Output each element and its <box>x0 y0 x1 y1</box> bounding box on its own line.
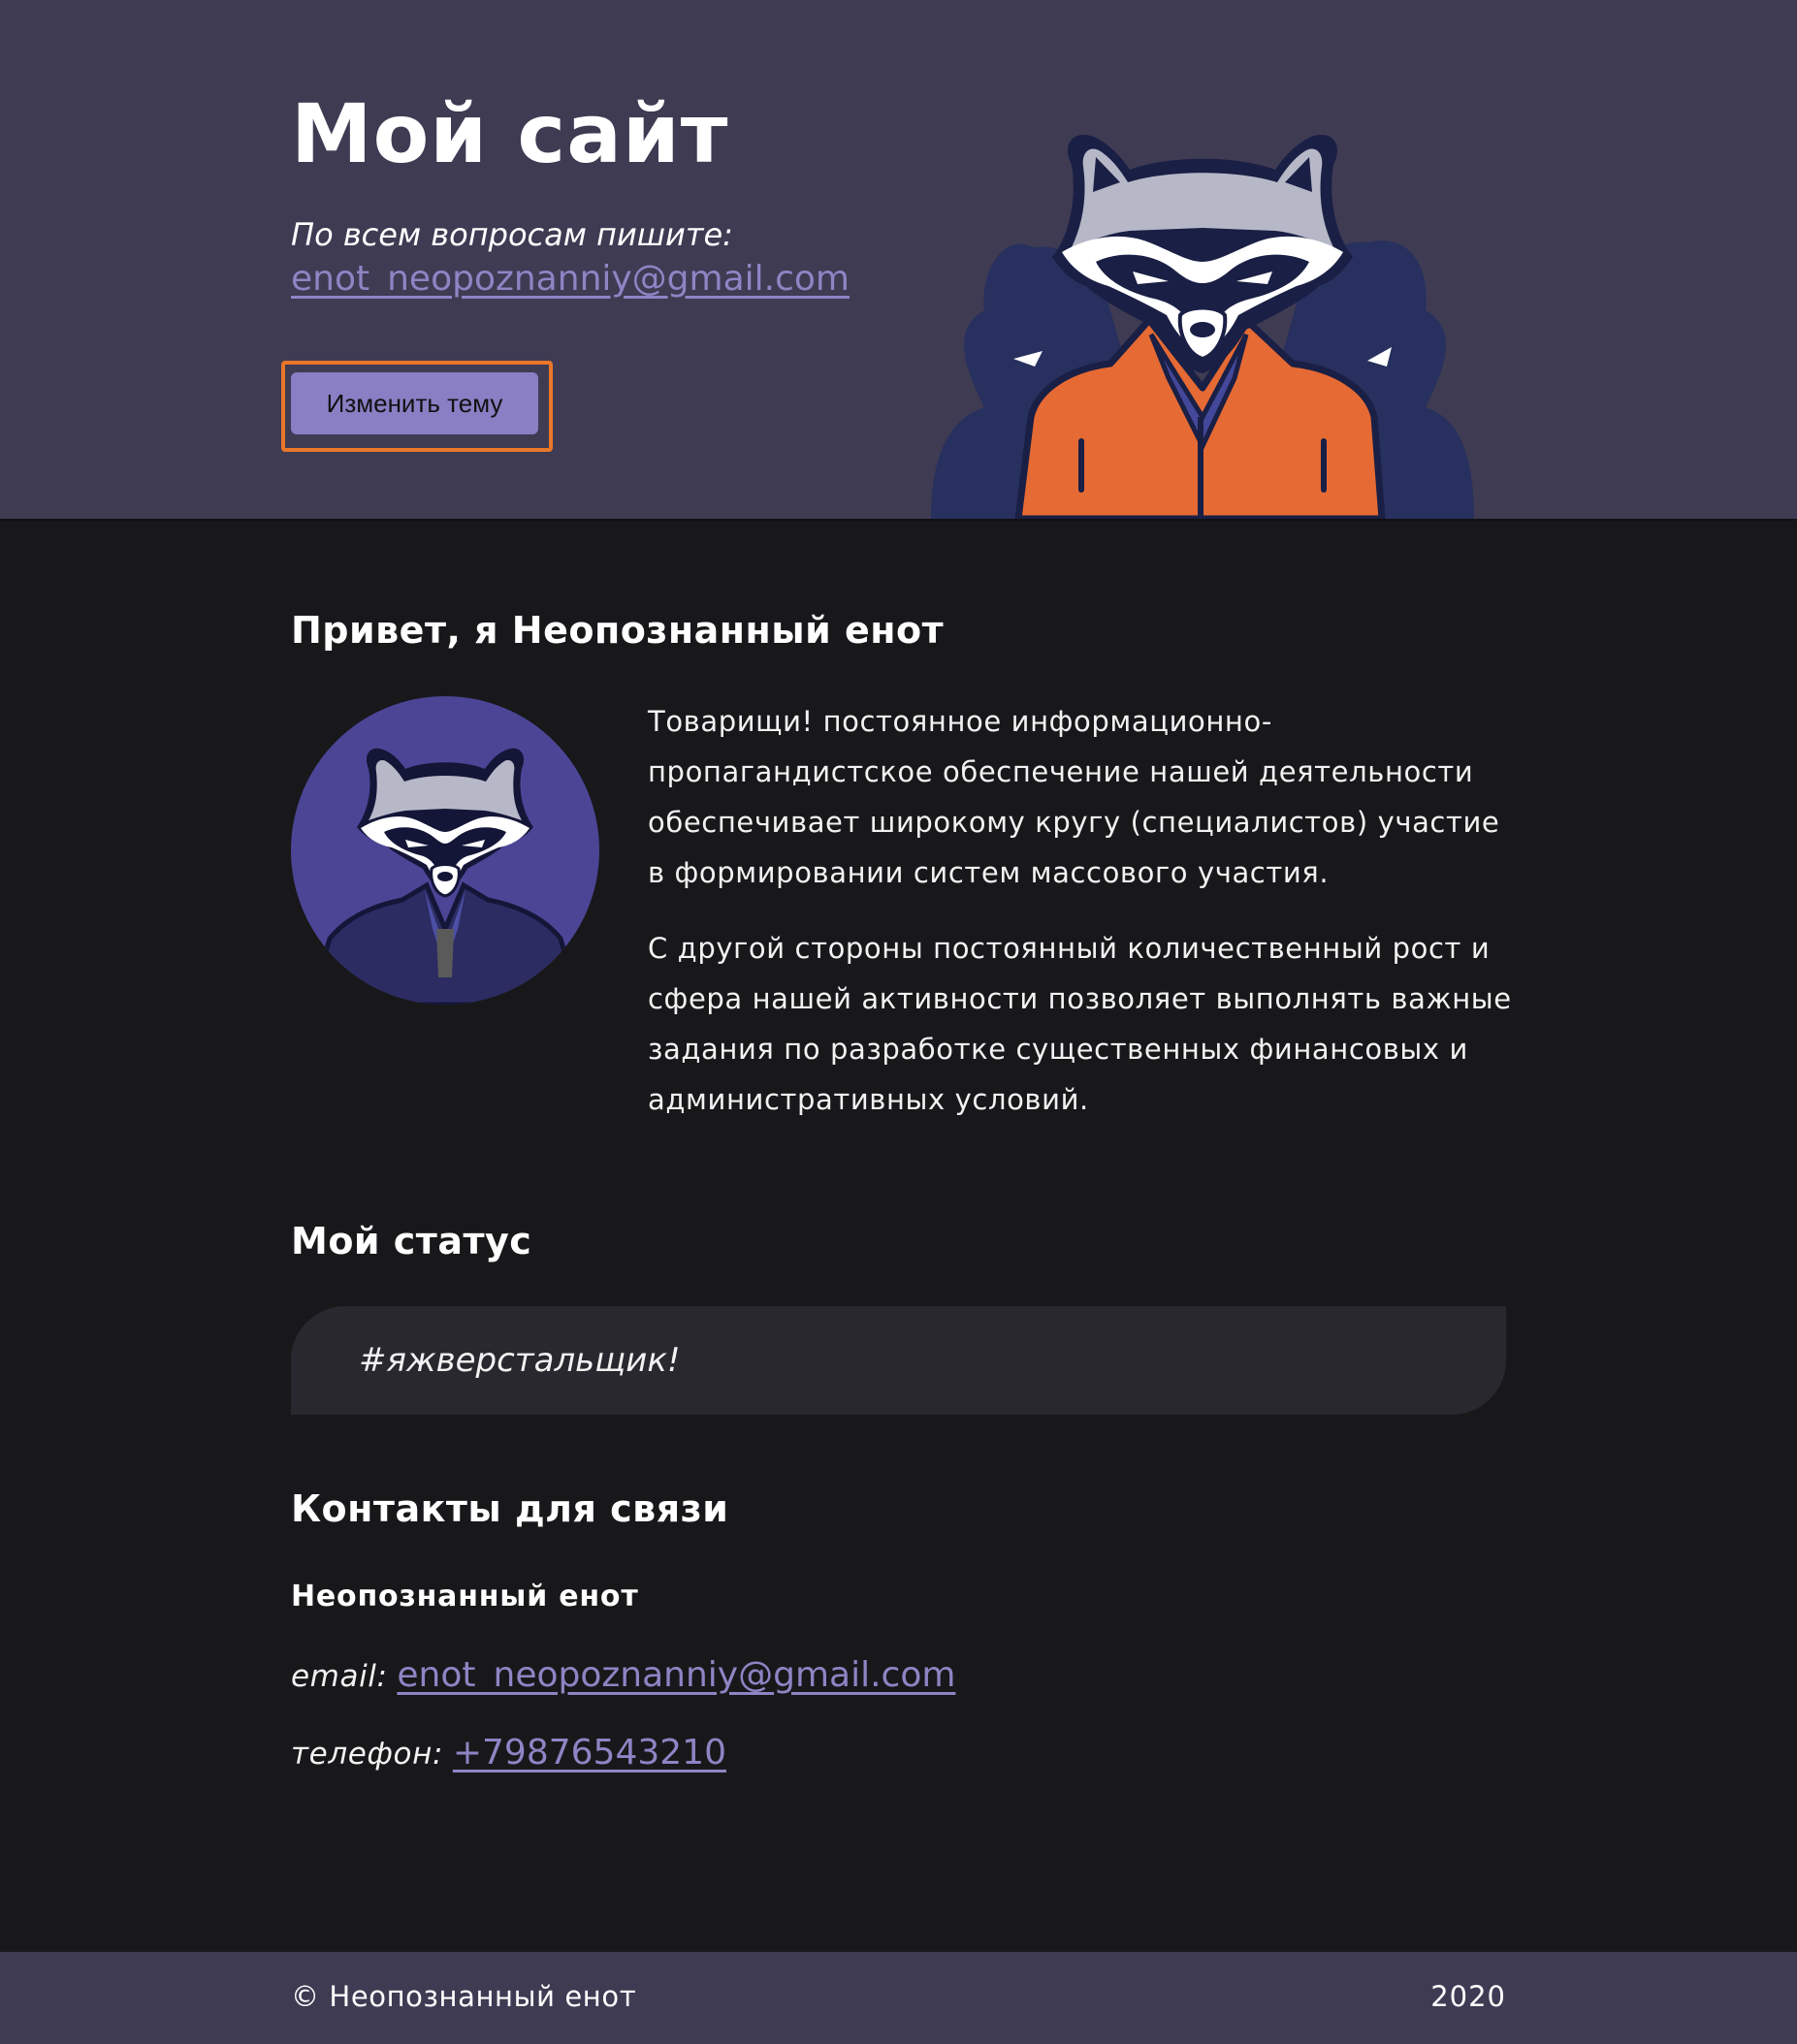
contact-email-link[interactable]: enot_neopoznanniy@gmail.com <box>397 1655 955 1695</box>
contact-name: Неопознанный енот <box>291 1580 639 1613</box>
change-theme-button[interactable]: Изменить тему <box>291 372 538 434</box>
contact-caption: По всем вопросам пишите: <box>291 216 733 253</box>
status-box: #яжверстальщик! <box>291 1306 1506 1415</box>
site-header: Мой сайт По всем вопросам пишите: enot_n… <box>0 0 1797 519</box>
status-text: #яжверстальщик! <box>359 1341 681 1380</box>
avatar <box>291 696 599 1005</box>
header-email-link[interactable]: enot_neopoznanniy@gmail.com <box>291 258 850 301</box>
contacts-title: Контакты для связи <box>291 1487 729 1530</box>
email-label: email: <box>291 1659 388 1694</box>
raccoon-illustration <box>931 135 1474 519</box>
about-text: Товарищи! постоянное информационно-пропа… <box>648 696 1521 1150</box>
site-title: Мой сайт <box>291 86 729 181</box>
footer-copyright: © Неопознанный енот <box>291 1980 637 2013</box>
about-paragraph: Товарищи! постоянное информационно-пропа… <box>648 705 1500 889</box>
contact-phone-row: телефон: +79876543210 <box>291 1732 726 1775</box>
status-title: Мой статус <box>291 1220 532 1262</box>
phone-label: телефон: <box>291 1737 443 1772</box>
contact-phone-link[interactable]: +79876543210 <box>453 1733 726 1773</box>
header-divider <box>0 519 1797 521</box>
about-title: Привет, я Неопознанный енот <box>291 609 945 652</box>
site-footer: © Неопознанный енот 2020 <box>0 1952 1797 2044</box>
footer-year: 2020 <box>1430 1980 1506 2013</box>
contact-email-row: email: enot_neopoznanniy@gmail.com <box>291 1654 955 1698</box>
about-paragraph: С другой стороны постоянный количественн… <box>648 932 1512 1116</box>
raccoon-avatar-image <box>307 748 583 1005</box>
